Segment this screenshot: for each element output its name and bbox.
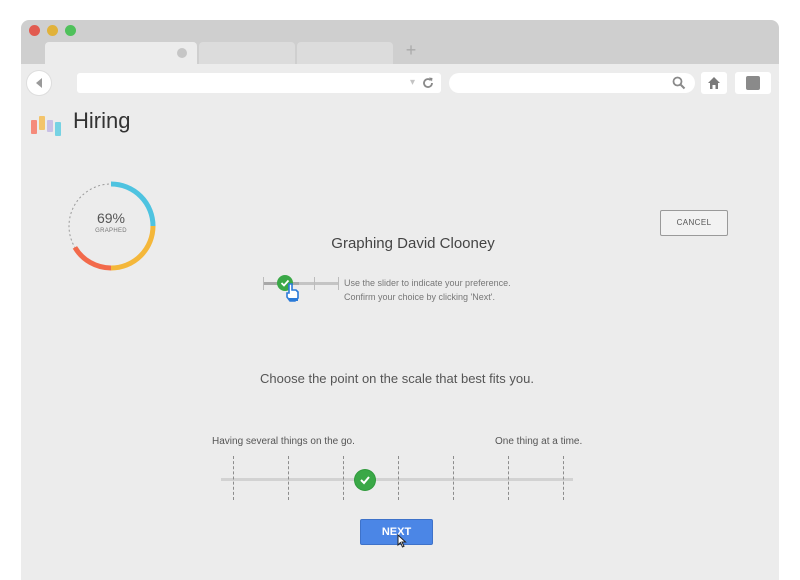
menu-icon (746, 76, 760, 90)
hiring-logo (31, 112, 71, 138)
logo-bar-3 (47, 120, 53, 132)
logo-bar-4 (55, 122, 61, 136)
tutorial-slider-tick (263, 277, 264, 290)
tab-strip: + (21, 20, 779, 64)
tab-close-icon[interactable] (177, 48, 187, 58)
new-tab-button[interactable]: + (404, 41, 418, 59)
home-button[interactable] (701, 72, 727, 94)
scale-right-label: One thing at a time. (495, 436, 583, 447)
scale-point-6[interactable] (508, 456, 509, 500)
back-button[interactable] (27, 71, 51, 95)
scale-slider-knob[interactable] (355, 470, 375, 490)
preference-scale[interactable] (221, 456, 573, 502)
tutorial-slider-illustration (263, 260, 341, 302)
minimize-window-button[interactable] (47, 25, 58, 36)
tutorial-slider-tick (338, 277, 339, 290)
browser-window: + ▾ Hiring 69% GRAPHED Graphing David Cl… (21, 20, 779, 580)
check-icon (360, 476, 370, 485)
scale-point-3[interactable] (343, 456, 344, 500)
address-bar[interactable]: ▾ (77, 73, 441, 93)
instruction-line-1: Use the slider to indicate your preferen… (344, 278, 511, 288)
progress-ring: 69% GRAPHED (65, 180, 157, 272)
question-prompt: Choose the point on the scale that best … (260, 371, 534, 386)
tab-active[interactable] (45, 42, 197, 64)
dropdown-arrow-icon[interactable]: ▾ (410, 77, 415, 89)
tab-2[interactable] (199, 42, 295, 64)
instruction-line-2: Confirm your choice by clicking 'Next'. (344, 292, 495, 302)
tab-3[interactable] (297, 42, 393, 64)
maximize-window-button[interactable] (65, 25, 76, 36)
hand-pointer-icon (286, 283, 299, 302)
browser-toolbar: ▾ (21, 64, 779, 102)
reload-icon[interactable] (421, 76, 435, 90)
progress-ring-graphic (68, 181, 156, 271)
cancel-button[interactable]: CANCEL (660, 210, 728, 236)
app-name: Hiring (73, 108, 131, 133)
search-icon[interactable] (672, 76, 686, 90)
menu-button[interactable] (735, 72, 771, 94)
page-title: Graphing David Clooney (331, 235, 495, 252)
scale-track[interactable] (221, 478, 573, 481)
tutorial-slider-tick (314, 277, 315, 290)
search-bar[interactable] (449, 73, 695, 93)
progress-caption: GRAPHED (95, 228, 127, 234)
scale-point-7[interactable] (563, 456, 564, 500)
close-window-button[interactable] (29, 25, 40, 36)
back-arrow-icon (36, 78, 42, 88)
home-icon (708, 77, 720, 89)
mouse-cursor-icon (397, 534, 407, 548)
scale-point-4[interactable] (398, 456, 399, 500)
scale-point-5[interactable] (453, 456, 454, 500)
scale-left-label: Having several things on the go. (212, 436, 355, 447)
scale-point-1[interactable] (233, 456, 234, 500)
scale-point-2[interactable] (288, 456, 289, 500)
logo-bar-2 (39, 116, 45, 130)
logo-bar-1 (31, 120, 37, 134)
page-content: Hiring 69% GRAPHED Graphing David Cloone… (21, 102, 779, 580)
progress-segment-red (72, 246, 112, 271)
progress-percent: 69% (96, 210, 126, 226)
